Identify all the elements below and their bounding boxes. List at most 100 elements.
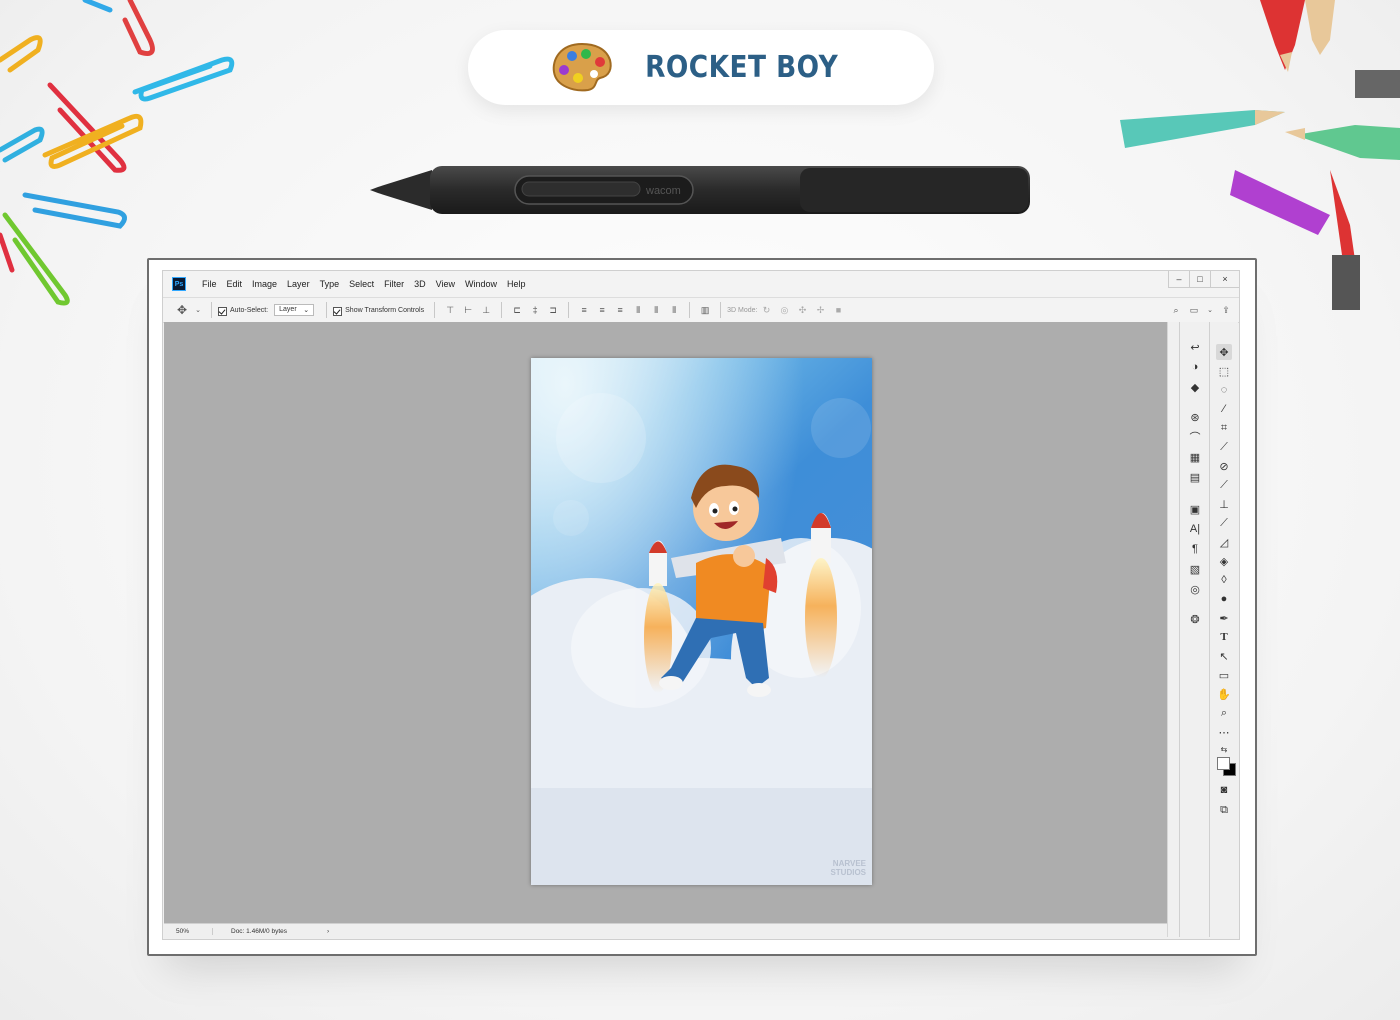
3d-scale-icon[interactable]: ■ xyxy=(833,305,843,315)
photoshop-window: Ps File Edit Image Layer Type Select Fil… xyxy=(162,270,1240,940)
path-select-tool-icon[interactable]: ↖ xyxy=(1216,648,1232,664)
magic-wand-tool-icon[interactable]: ⁄ xyxy=(1216,401,1232,417)
dodge-tool-icon[interactable]: ● xyxy=(1216,591,1232,607)
menu-window[interactable]: Window xyxy=(465,279,497,289)
panel-dock: ↩ ◑ ◆ ⊛ ⌒ ▦ ▤ ▣ A| ¶ ▧ ◎ ❂ xyxy=(1179,322,1210,937)
auto-select-dropdown[interactable]: Layer ⌄ xyxy=(274,304,315,316)
chevron-down-icon[interactable]: ⌄ xyxy=(195,305,201,315)
show-transform-checkbox[interactable] xyxy=(333,306,343,316)
watermark-line2: STUDIOS xyxy=(830,868,866,877)
distribute-right-icon[interactable]: ⫴ xyxy=(669,305,679,315)
layers-icon[interactable]: ◆ xyxy=(1188,380,1202,394)
zoom-level[interactable]: 50% xyxy=(176,927,213,935)
chevron-down-icon: ⌄ xyxy=(303,307,310,314)
distribute-top-icon[interactable]: ≡ xyxy=(579,305,589,315)
distribute-vcenter-icon[interactable]: ≡ xyxy=(597,305,607,315)
3d-roll-icon[interactable]: ◎ xyxy=(779,305,789,315)
watermark-line1: NARVEE xyxy=(832,859,866,868)
chevron-down-icon[interactable]: ⌄ xyxy=(1207,305,1213,315)
artwork-watermark: NARVEE STUDIOS xyxy=(830,859,866,877)
menu-view[interactable]: View xyxy=(436,279,455,289)
menu-3d[interactable]: 3D xyxy=(414,279,426,289)
auto-align-icon[interactable]: ▥ xyxy=(700,305,710,315)
marquee-tool-icon[interactable]: ⬚ xyxy=(1216,363,1232,379)
lasso-tool-icon[interactable]: ◌ xyxy=(1216,382,1232,398)
more-tools-icon[interactable]: ⋯ xyxy=(1216,724,1232,740)
status-arrow-icon[interactable]: › xyxy=(327,928,329,935)
document-canvas[interactable]: NARVEE STUDIOS xyxy=(531,358,872,885)
menu-layer[interactable]: Layer xyxy=(287,279,310,289)
eyedropper-tool-icon[interactable]: ⟋ xyxy=(1216,439,1232,455)
rectangle-tool-icon[interactable]: ▭ xyxy=(1216,667,1232,683)
share-icon[interactable]: ⇪ xyxy=(1221,305,1231,315)
svg-text:wacom: wacom xyxy=(645,185,681,197)
paragraph-icon[interactable]: ¶ xyxy=(1188,542,1202,556)
3d-icon[interactable]: ⊛ xyxy=(1188,410,1202,424)
type-tool-icon[interactable]: T xyxy=(1216,629,1232,645)
distribute-left-icon[interactable]: ⫴ xyxy=(633,305,643,315)
zoom-tool-icon[interactable]: ⌕ xyxy=(1216,705,1232,721)
history-icon[interactable]: ↩ xyxy=(1188,340,1202,354)
grid-icon[interactable]: ▦ xyxy=(1188,450,1202,464)
align-hcenter-icon[interactable]: ‡ xyxy=(530,305,540,315)
swap-colors-icon[interactable]: ⇆ xyxy=(1216,741,1232,757)
move-tool-icon[interactable]: ✥ xyxy=(177,303,187,317)
3d-pan-icon[interactable]: ✣ xyxy=(797,305,807,315)
quick-mask-icon[interactable]: ◙ xyxy=(1216,782,1232,798)
paint-bucket-tool-icon[interactable]: ◈ xyxy=(1216,553,1232,569)
history-brush-tool-icon[interactable]: ⟋ xyxy=(1216,515,1232,531)
menu-help[interactable]: Help xyxy=(507,279,526,289)
3d-mode-label: 3D Mode: xyxy=(727,306,758,314)
window-controls: – □ × xyxy=(1168,271,1239,289)
page-title: ROCKET BOY xyxy=(645,50,839,85)
distribute-hcenter-icon[interactable]: ⫴ xyxy=(651,305,661,315)
auto-select-value: Layer xyxy=(279,306,297,313)
close-button[interactable]: × xyxy=(1210,271,1239,288)
menu-edit[interactable]: Edit xyxy=(227,279,243,289)
brush-tool-icon[interactable]: ⟋ xyxy=(1216,477,1232,493)
pen-tool-icon[interactable]: ✒ xyxy=(1216,610,1232,626)
move-tool-icon[interactable]: ✥ xyxy=(1216,344,1232,360)
character-icon[interactable]: A| xyxy=(1188,522,1202,536)
crop-tool-icon[interactable]: ⌗ xyxy=(1216,420,1232,436)
menu-bar: Ps File Edit Image Layer Type Select Fil… xyxy=(163,271,1239,297)
menu-file[interactable]: File xyxy=(202,279,217,289)
swatches-icon[interactable]: ❂ xyxy=(1188,612,1202,626)
color-swatches[interactable] xyxy=(1216,756,1236,776)
maximize-button[interactable]: □ xyxy=(1189,271,1210,288)
search-icon[interactable]: ⌕ xyxy=(1171,305,1181,315)
align-left-icon[interactable]: ⊏ xyxy=(512,305,522,315)
properties-icon[interactable]: ▣ xyxy=(1188,502,1202,516)
color-icon[interactable]: ◑ xyxy=(1188,360,1202,374)
align-right-icon[interactable]: ⊐ xyxy=(548,305,558,315)
menu-type[interactable]: Type xyxy=(320,279,340,289)
paths-icon[interactable]: ⌒ xyxy=(1188,430,1202,444)
adjustments-icon[interactable]: ▤ xyxy=(1188,470,1202,484)
show-transform-label: Show Transform Controls xyxy=(345,306,425,314)
align-vcenter-icon[interactable]: ⊢ xyxy=(463,305,473,315)
canvas-area[interactable]: NARVEE STUDIOS xyxy=(164,322,1167,923)
3d-rotate-icon[interactable]: ↻ xyxy=(761,305,771,315)
menu-select[interactable]: Select xyxy=(349,279,374,289)
workspace-icon[interactable]: ▭ xyxy=(1189,305,1199,315)
align-top-icon[interactable]: ⊤ xyxy=(445,305,455,315)
distribute-bottom-icon[interactable]: ≡ xyxy=(615,305,625,315)
blur-tool-icon[interactable]: ◊ xyxy=(1216,572,1232,588)
foreground-color-swatch[interactable] xyxy=(1217,757,1230,770)
minimize-button[interactable]: – xyxy=(1168,271,1189,288)
vertical-scrollbar[interactable] xyxy=(1167,322,1179,937)
clone-stamp-tool-icon[interactable]: ⊥ xyxy=(1216,496,1232,512)
healing-tool-icon[interactable]: ⊘ xyxy=(1216,458,1232,474)
menu-image[interactable]: Image xyxy=(252,279,277,289)
menu-filter[interactable]: Filter xyxy=(384,279,404,289)
screen-mode-icon[interactable]: ⧉ xyxy=(1216,802,1232,818)
3d-slide-icon[interactable]: ✢ xyxy=(815,305,825,315)
hand-tool-icon[interactable]: ✋ xyxy=(1216,686,1232,702)
options-bar: ✥ ⌄ Auto-Select: Layer ⌄ Show Transform C… xyxy=(163,297,1239,323)
align-bottom-icon[interactable]: ⊥ xyxy=(481,305,491,315)
libraries-icon[interactable]: ◎ xyxy=(1188,582,1202,596)
eraser-tool-icon[interactable]: ◿ xyxy=(1216,534,1232,550)
notes-icon[interactable]: ▧ xyxy=(1188,562,1202,576)
title-pill: ROCKET BOY xyxy=(468,30,934,105)
auto-select-checkbox[interactable] xyxy=(218,306,227,316)
